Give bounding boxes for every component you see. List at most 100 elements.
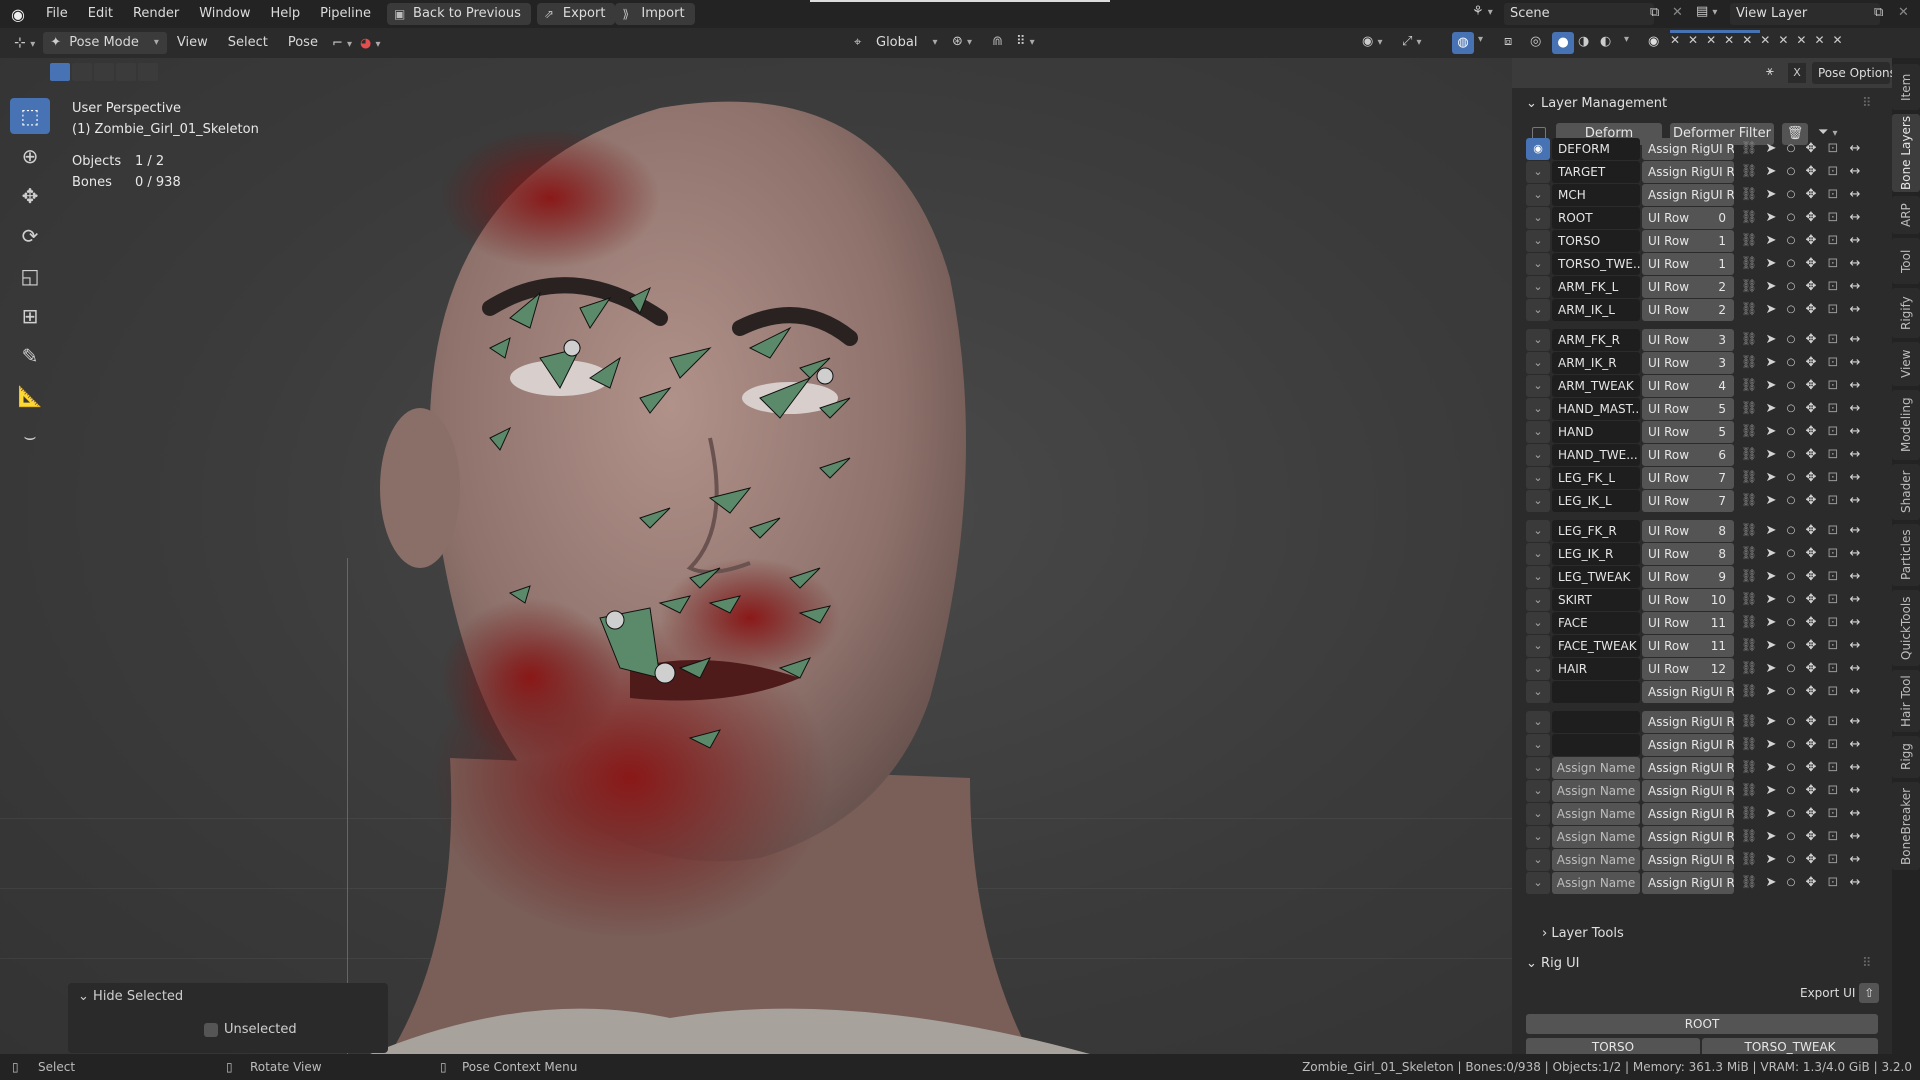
wireframe-shading-icon[interactable]: ◎ (1530, 34, 1541, 49)
move-to-layer-icon[interactable]: ↔ (1844, 780, 1866, 802)
lock-icon[interactable]: ⊡ (1822, 849, 1844, 871)
solo-icon[interactable]: ○ (1780, 780, 1802, 802)
layer-visibility-eye-icon[interactable]: ⌄ (1526, 635, 1550, 657)
lock-icon[interactable]: ⊡ (1822, 635, 1844, 657)
pose-options-button[interactable]: Pose Options ▾ (1812, 62, 1905, 84)
link-icon[interactable]: ⛓ (1738, 658, 1760, 680)
layer-ui-row-field[interactable]: UI Row 8 (1642, 520, 1734, 542)
bone-group-icon[interactable]: ✥ (1800, 352, 1822, 374)
layer-visibility-eye-icon[interactable]: ⌄ (1526, 253, 1550, 275)
solo-icon[interactable]: ○ (1780, 253, 1802, 275)
layer-visibility-eye-icon[interactable]: ◉ (1648, 34, 1659, 49)
link-icon[interactable]: ⛓ (1738, 757, 1760, 779)
bone-group-icon[interactable]: ✥ (1800, 711, 1822, 733)
mode-selector[interactable]: ✦ Pose Mode ▾ (43, 32, 167, 54)
pose-tools-icon[interactable]: ⌐ ▾ (332, 36, 352, 51)
select-bones-icon[interactable]: ➤ (1760, 589, 1782, 611)
select-bones-icon[interactable]: ➤ (1760, 467, 1782, 489)
sidebar-tab-shader[interactable]: Shader (1892, 464, 1920, 520)
new-view-layer-icon[interactable]: ⧉ (1874, 5, 1883, 20)
layer-name-field[interactable]: LEG_FK_R (1552, 520, 1640, 542)
rig-ui-root-button[interactable]: ROOT (1526, 1014, 1878, 1034)
layer-ui-row-field[interactable]: UI Row 2 (1642, 299, 1734, 321)
layer-name-field[interactable]: SKIRT (1552, 589, 1640, 611)
select-bones-icon[interactable]: ➤ (1760, 734, 1782, 756)
link-icon[interactable]: ⛓ (1738, 543, 1760, 565)
select-box-tool-icon[interactable]: ⬚ (10, 98, 50, 134)
snap-target-icon[interactable]: ⠿ ▾ (1016, 34, 1035, 49)
layer-name-field[interactable]: MCH (1552, 184, 1640, 206)
lock-icon[interactable]: ⊡ (1822, 490, 1844, 512)
solo-icon[interactable]: ○ (1780, 635, 1802, 657)
layer-ui-row-field[interactable]: Assign RigUI R... (1642, 780, 1734, 802)
lock-icon[interactable]: ⊡ (1822, 253, 1844, 275)
menu-help[interactable]: Help (261, 0, 311, 28)
move-to-layer-icon[interactable]: ↔ (1844, 711, 1866, 733)
move-to-layer-icon[interactable]: ↔ (1844, 207, 1866, 229)
bone-group-icon[interactable]: ✥ (1800, 398, 1822, 420)
layer-ui-row-field[interactable]: UI Row 10 (1642, 589, 1734, 611)
layer-name-field[interactable]: TORSO_TWE... (1552, 253, 1640, 275)
layer-ui-row-field[interactable]: UI Row 12 (1642, 658, 1734, 680)
solo-icon[interactable]: ○ (1780, 803, 1802, 825)
lock-icon[interactable]: ⊡ (1822, 421, 1844, 443)
layer-ui-row-field[interactable]: UI Row 0 (1642, 207, 1734, 229)
view-layer-icon[interactable]: ▤ ▾ (1696, 4, 1717, 19)
solo-icon[interactable]: ○ (1780, 589, 1802, 611)
move-to-layer-icon[interactable]: ↔ (1844, 635, 1866, 657)
link-icon[interactable]: ⛓ (1738, 138, 1760, 160)
sidebar-tab-rigg[interactable]: Rigg (1892, 736, 1920, 778)
bone-group-icon[interactable]: ✥ (1800, 780, 1822, 802)
link-icon[interactable]: ⛓ (1738, 872, 1760, 894)
link-icon[interactable]: ⛓ (1738, 375, 1760, 397)
layer-ui-row-field[interactable]: UI Row 3 (1642, 329, 1734, 351)
lock-icon[interactable]: ⊡ (1822, 681, 1844, 703)
blender-logo-icon[interactable]: ◉ (0, 0, 36, 28)
solo-icon[interactable]: ○ (1780, 658, 1802, 680)
layer-visibility-eye-icon[interactable]: ⌄ (1526, 849, 1550, 871)
bone-group-icon[interactable]: ✥ (1800, 757, 1822, 779)
solo-icon[interactable]: ○ (1780, 734, 1802, 756)
link-icon[interactable]: ⛓ (1738, 612, 1760, 634)
solo-icon[interactable]: ○ (1780, 184, 1802, 206)
solo-icon[interactable]: ○ (1780, 329, 1802, 351)
link-icon[interactable]: ⛓ (1738, 711, 1760, 733)
move-to-layer-icon[interactable]: ↔ (1844, 543, 1866, 565)
link-icon[interactable]: ⛓ (1738, 230, 1760, 252)
move-to-layer-icon[interactable]: ↔ (1844, 184, 1866, 206)
layer-ui-row-field[interactable]: UI Row 9 (1642, 566, 1734, 588)
layer-ui-row-field[interactable]: Assign RigUI R... (1642, 849, 1734, 871)
layer-name-field[interactable]: Assign Name (1552, 826, 1640, 848)
select-bones-icon[interactable]: ➤ (1760, 543, 1782, 565)
annotate-tool-icon[interactable]: ✎ (10, 338, 50, 374)
bone-group-icon[interactable]: ✥ (1800, 490, 1822, 512)
select-bones-icon[interactable]: ➤ (1760, 520, 1782, 542)
export-ui-button[interactable]: Export UI ⇧ (1800, 983, 1880, 1003)
solo-icon[interactable]: ○ (1780, 849, 1802, 871)
move-to-layer-icon[interactable]: ↔ (1844, 398, 1866, 420)
panel-drag-handle-icon[interactable]: ⠿ (1862, 96, 1872, 111)
select-bones-icon[interactable]: ➤ (1760, 658, 1782, 680)
layer-ui-row-field[interactable]: UI Row 1 (1642, 253, 1734, 275)
lock-icon[interactable]: ⊡ (1822, 444, 1844, 466)
rendered-shading-icon[interactable]: ◐ (1600, 34, 1611, 49)
lock-icon[interactable]: ⊡ (1822, 658, 1844, 680)
material-shading-icon[interactable]: ◑ (1578, 34, 1589, 49)
layer-ui-row-field[interactable]: UI Row 2 (1642, 276, 1734, 298)
bone-group-icon[interactable]: ✥ (1800, 658, 1822, 680)
lock-icon[interactable]: ⊡ (1822, 803, 1844, 825)
move-to-layer-icon[interactable]: ↔ (1844, 490, 1866, 512)
workspace-tab-indicator[interactable] (810, 0, 1110, 2)
sidebar-tab-particles[interactable]: Particles (1892, 524, 1920, 586)
move-to-layer-icon[interactable]: ↔ (1844, 849, 1866, 871)
move-to-layer-icon[interactable]: ↔ (1844, 757, 1866, 779)
solo-icon[interactable]: ○ (1780, 543, 1802, 565)
select-bones-icon[interactable]: ➤ (1760, 375, 1782, 397)
3d-viewport[interactable]: ⬚ ⊕ ✥ ⟳ ◱ ⊞ ✎ 📐 ⌣ User Perspective (1) Z… (0, 58, 1512, 1054)
move-to-layer-icon[interactable]: ↔ (1844, 299, 1866, 321)
solo-icon[interactable]: ○ (1780, 375, 1802, 397)
bone-group-icon[interactable]: ✥ (1800, 589, 1822, 611)
menu-file[interactable]: File (36, 0, 78, 28)
solo-icon[interactable]: ○ (1780, 757, 1802, 779)
sidebar-tab-bonebreaker[interactable]: BoneBreaker (1892, 782, 1920, 870)
